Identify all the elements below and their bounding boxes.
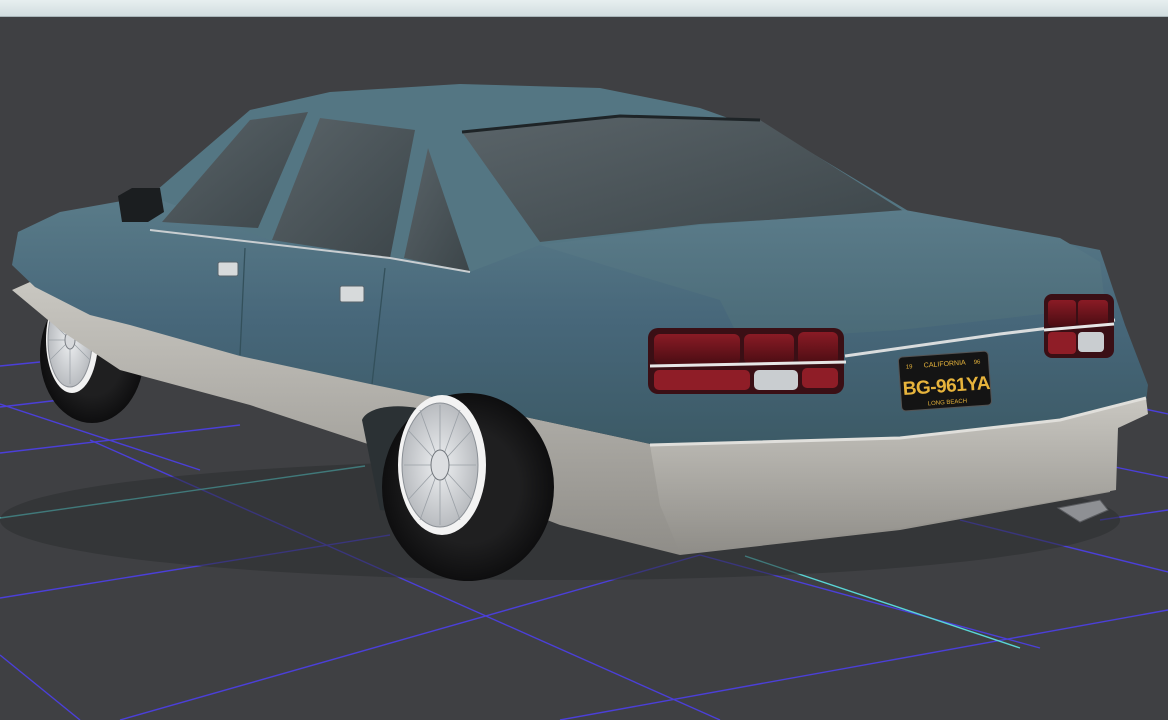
license-plate: CALIFORNIA 19 96 BG-961YA LONG BEACH [897, 350, 992, 412]
3d-viewport[interactable]: CALIFORNIA 19 96 BG-961YA LONG BEACH [0, 0, 1168, 720]
right-taillight [1043, 294, 1115, 358]
left-taillight [648, 328, 847, 394]
plate-year-right: 96 [974, 360, 982, 366]
rear-door-handle [339, 285, 365, 303]
scene-canvas[interactable]: CALIFORNIA 19 96 BG-961YA LONG BEACH [0, 0, 1168, 720]
plate-year-left: 19 [906, 364, 914, 370]
front-door-handle [217, 261, 239, 277]
